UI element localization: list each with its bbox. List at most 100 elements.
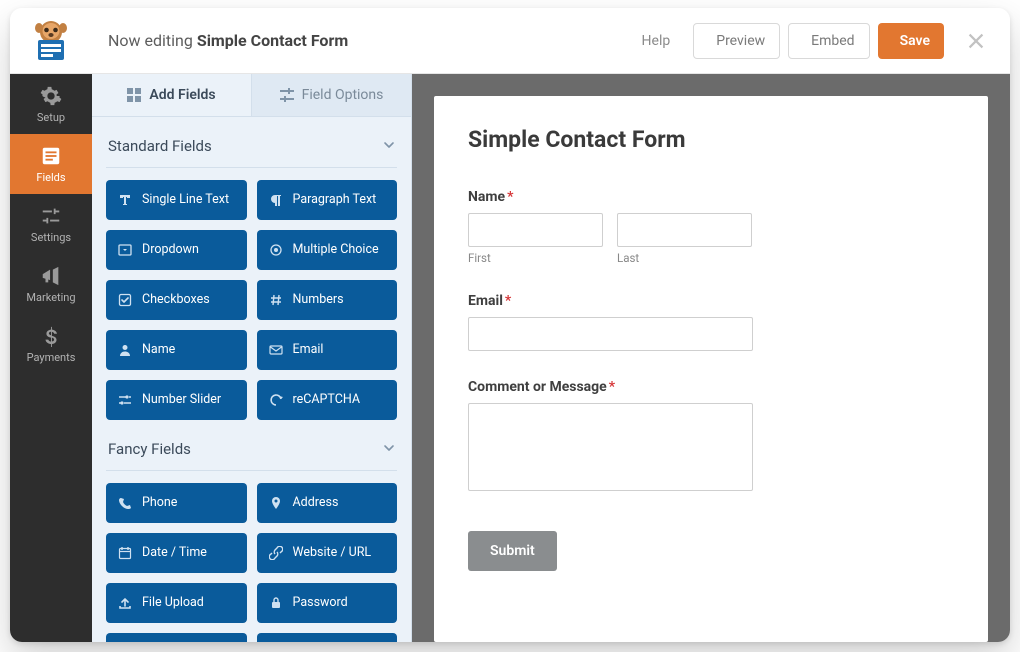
field-button[interactable]: Numbers — [257, 280, 398, 320]
required-marker: * — [507, 189, 513, 205]
name-label: Name* — [468, 189, 954, 205]
field-button-label: Numbers — [293, 292, 344, 307]
text-icon — [118, 193, 132, 207]
nav-fields-label: Fields — [36, 171, 65, 184]
field-button-label: Password — [293, 595, 348, 610]
nav-fields[interactable]: Fields — [10, 134, 92, 194]
check-icon — [118, 293, 132, 307]
editing-title: Now editing Simple Contact Form — [92, 31, 619, 50]
comment-textarea[interactable] — [468, 403, 753, 491]
field-button-label: Date / Time — [142, 545, 207, 560]
preview-stage: Simple Contact Form Name* First Last — [412, 74, 1010, 642]
group-title: Standard Fields — [108, 137, 212, 155]
form-icon — [40, 145, 62, 167]
field-button[interactable]: Checkboxes — [106, 280, 247, 320]
field-button-label: Paragraph Text — [293, 192, 377, 207]
field-button[interactable]: Website / URL — [257, 533, 398, 573]
field-button[interactable]: Address — [257, 483, 398, 523]
field-name[interactable]: Name* First Last — [468, 189, 954, 265]
field-button[interactable]: reCAPTCHA — [257, 380, 398, 420]
help-button[interactable]: Help — [619, 23, 686, 59]
close-icon — [967, 32, 985, 50]
app-window: Now editing Simple Contact Form Help Pre… — [10, 8, 1010, 642]
field-button[interactable]: Paragraph Text — [257, 180, 398, 220]
nav-payments[interactable]: Payments — [10, 314, 92, 374]
save-button[interactable]: Save — [878, 23, 944, 59]
submit-button[interactable]: Submit — [468, 531, 557, 571]
form-title: Simple Contact Form — [468, 126, 954, 153]
pin-icon — [269, 496, 283, 510]
app-logo — [10, 20, 92, 62]
nav-marketing-label: Marketing — [26, 291, 75, 304]
envelope-icon — [269, 343, 283, 357]
tab-add-fields[interactable]: Add Fields — [92, 74, 252, 117]
help-label: Help — [642, 33, 671, 49]
nav-marketing[interactable]: Marketing — [10, 254, 92, 314]
field-button-label: Website / URL — [293, 545, 372, 560]
nav-settings-label: Settings — [31, 231, 71, 244]
tab-field-options[interactable]: Field Options — [252, 74, 411, 117]
first-sublabel: First — [468, 251, 603, 265]
dollar-icon — [40, 325, 62, 347]
last-sublabel: Last — [617, 251, 752, 265]
form-preview[interactable]: Simple Contact Form Name* First Last — [434, 96, 988, 642]
field-button-label: Name — [142, 342, 175, 357]
field-button[interactable]: Name — [106, 330, 247, 370]
field-button-label: Checkboxes — [142, 292, 210, 307]
field-button-label: Address — [293, 495, 339, 510]
field-button[interactable]: Section Divider — [257, 633, 398, 642]
nav-setup[interactable]: Setup — [10, 74, 92, 134]
panel-tabs: Add Fields Field Options — [92, 74, 411, 117]
user-icon — [118, 343, 132, 357]
field-button[interactable]: Email — [257, 330, 398, 370]
phone-icon — [118, 496, 132, 510]
editing-form-name: Simple Contact Form — [197, 31, 348, 50]
field-button[interactable]: Dropdown — [106, 230, 247, 270]
save-label: Save — [900, 33, 930, 49]
field-button[interactable]: Date / Time — [106, 533, 247, 573]
field-button-label: File Upload — [142, 595, 204, 610]
field-button-label: Email — [293, 342, 324, 357]
chevron-down-icon — [383, 440, 395, 458]
tab-field-options-label: Field Options — [302, 87, 384, 103]
field-comment[interactable]: Comment or Message* — [468, 379, 954, 491]
field-email[interactable]: Email* — [468, 293, 954, 351]
last-name-input[interactable] — [617, 213, 752, 247]
link-icon — [269, 546, 283, 560]
close-button[interactable] — [958, 23, 994, 59]
field-button[interactable]: Password — [257, 583, 398, 623]
field-button-label: Phone — [142, 495, 177, 510]
field-grid: Single Line Text Paragraph Text Dropdown Mu… — [106, 168, 397, 430]
preview-button[interactable]: Preview — [693, 23, 780, 59]
calendar-icon — [118, 546, 132, 560]
left-nav: Setup Fields Settings Marketing Payments — [10, 74, 92, 642]
field-button[interactable]: File Upload — [106, 583, 247, 623]
required-marker: * — [505, 293, 511, 309]
name-row: First Last — [468, 213, 954, 265]
field-button[interactable]: Number Slider — [106, 380, 247, 420]
paragraph-icon — [269, 193, 283, 207]
grid-icon — [127, 88, 141, 102]
recaptcha-icon — [269, 393, 283, 407]
group-heading[interactable]: Standard Fields — [106, 127, 397, 168]
options-icon — [280, 88, 294, 102]
field-button[interactable]: Phone — [106, 483, 247, 523]
nav-settings[interactable]: Settings — [10, 194, 92, 254]
field-button-label: Multiple Choice — [293, 242, 379, 257]
upload-icon — [118, 596, 132, 610]
comment-label: Comment or Message* — [468, 379, 954, 395]
embed-button[interactable]: Embed — [788, 23, 869, 59]
hash-icon — [269, 293, 283, 307]
email-label: Email* — [468, 293, 954, 309]
email-input[interactable] — [468, 317, 753, 351]
field-button-label: Single Line Text — [142, 192, 229, 207]
nav-setup-label: Setup — [37, 111, 65, 124]
sliders-icon — [118, 393, 132, 407]
first-name-input[interactable] — [468, 213, 603, 247]
field-button[interactable]: Page Break — [106, 633, 247, 642]
field-button[interactable]: Multiple Choice — [257, 230, 398, 270]
megaphone-icon — [40, 265, 62, 287]
group-heading[interactable]: Fancy Fields — [106, 430, 397, 471]
field-button[interactable]: Single Line Text — [106, 180, 247, 220]
field-button-label: reCAPTCHA — [293, 392, 361, 407]
